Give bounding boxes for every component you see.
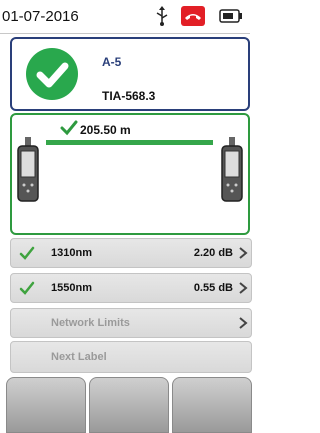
cable-id: A-5 bbox=[102, 55, 122, 69]
usb-icon bbox=[156, 6, 168, 26]
remote-tester-icon bbox=[221, 137, 243, 202]
softkey-3[interactable] bbox=[172, 377, 252, 433]
measurement-row-1310[interactable]: 1310nm 2.20 dB bbox=[10, 238, 252, 268]
wavelength-label: 1310nm bbox=[51, 247, 92, 259]
loss-value: 2.20 dB bbox=[193, 247, 233, 259]
pass-check-icon bbox=[19, 246, 35, 260]
length-check-icon bbox=[60, 120, 78, 136]
fiber-link-line bbox=[46, 140, 213, 145]
test-result-card[interactable]: A-5 TIA-568.3 bbox=[10, 37, 250, 111]
next-label-text: Next Label bbox=[51, 351, 107, 363]
loss-value: 0.55 dB bbox=[193, 282, 233, 294]
fiber-length: 205.50 m bbox=[80, 123, 131, 137]
phone-hangup-icon[interactable] bbox=[181, 6, 205, 26]
network-limits-row[interactable]: Network Limits bbox=[10, 308, 252, 338]
network-limits-label: Network Limits bbox=[51, 317, 130, 329]
softkey-bar bbox=[0, 377, 252, 433]
measurement-row-1550[interactable]: 1550nm 0.55 dB bbox=[10, 273, 252, 303]
link-diagram[interactable]: 205.50 m bbox=[10, 113, 250, 235]
date-display: 01-07-2016 bbox=[2, 8, 79, 25]
chevron-right-icon bbox=[239, 247, 248, 259]
softkey-1[interactable] bbox=[6, 377, 86, 433]
battery-icon bbox=[219, 9, 242, 23]
main-tester-icon bbox=[17, 137, 39, 202]
test-standard: TIA-568.3 bbox=[102, 89, 156, 103]
softkey-2[interactable] bbox=[89, 377, 169, 433]
pass-check-icon bbox=[19, 281, 35, 295]
chevron-right-icon bbox=[239, 317, 248, 329]
chevron-right-icon bbox=[239, 282, 248, 294]
status-bar: 01-07-2016 bbox=[0, 0, 250, 34]
measurement-list: 1310nm 2.20 dB 1550nm 0.55 dB Network Li… bbox=[10, 238, 252, 343]
pass-check-icon bbox=[26, 48, 78, 100]
wavelength-label: 1550nm bbox=[51, 282, 92, 294]
next-label-button[interactable]: Next Label bbox=[10, 341, 252, 373]
